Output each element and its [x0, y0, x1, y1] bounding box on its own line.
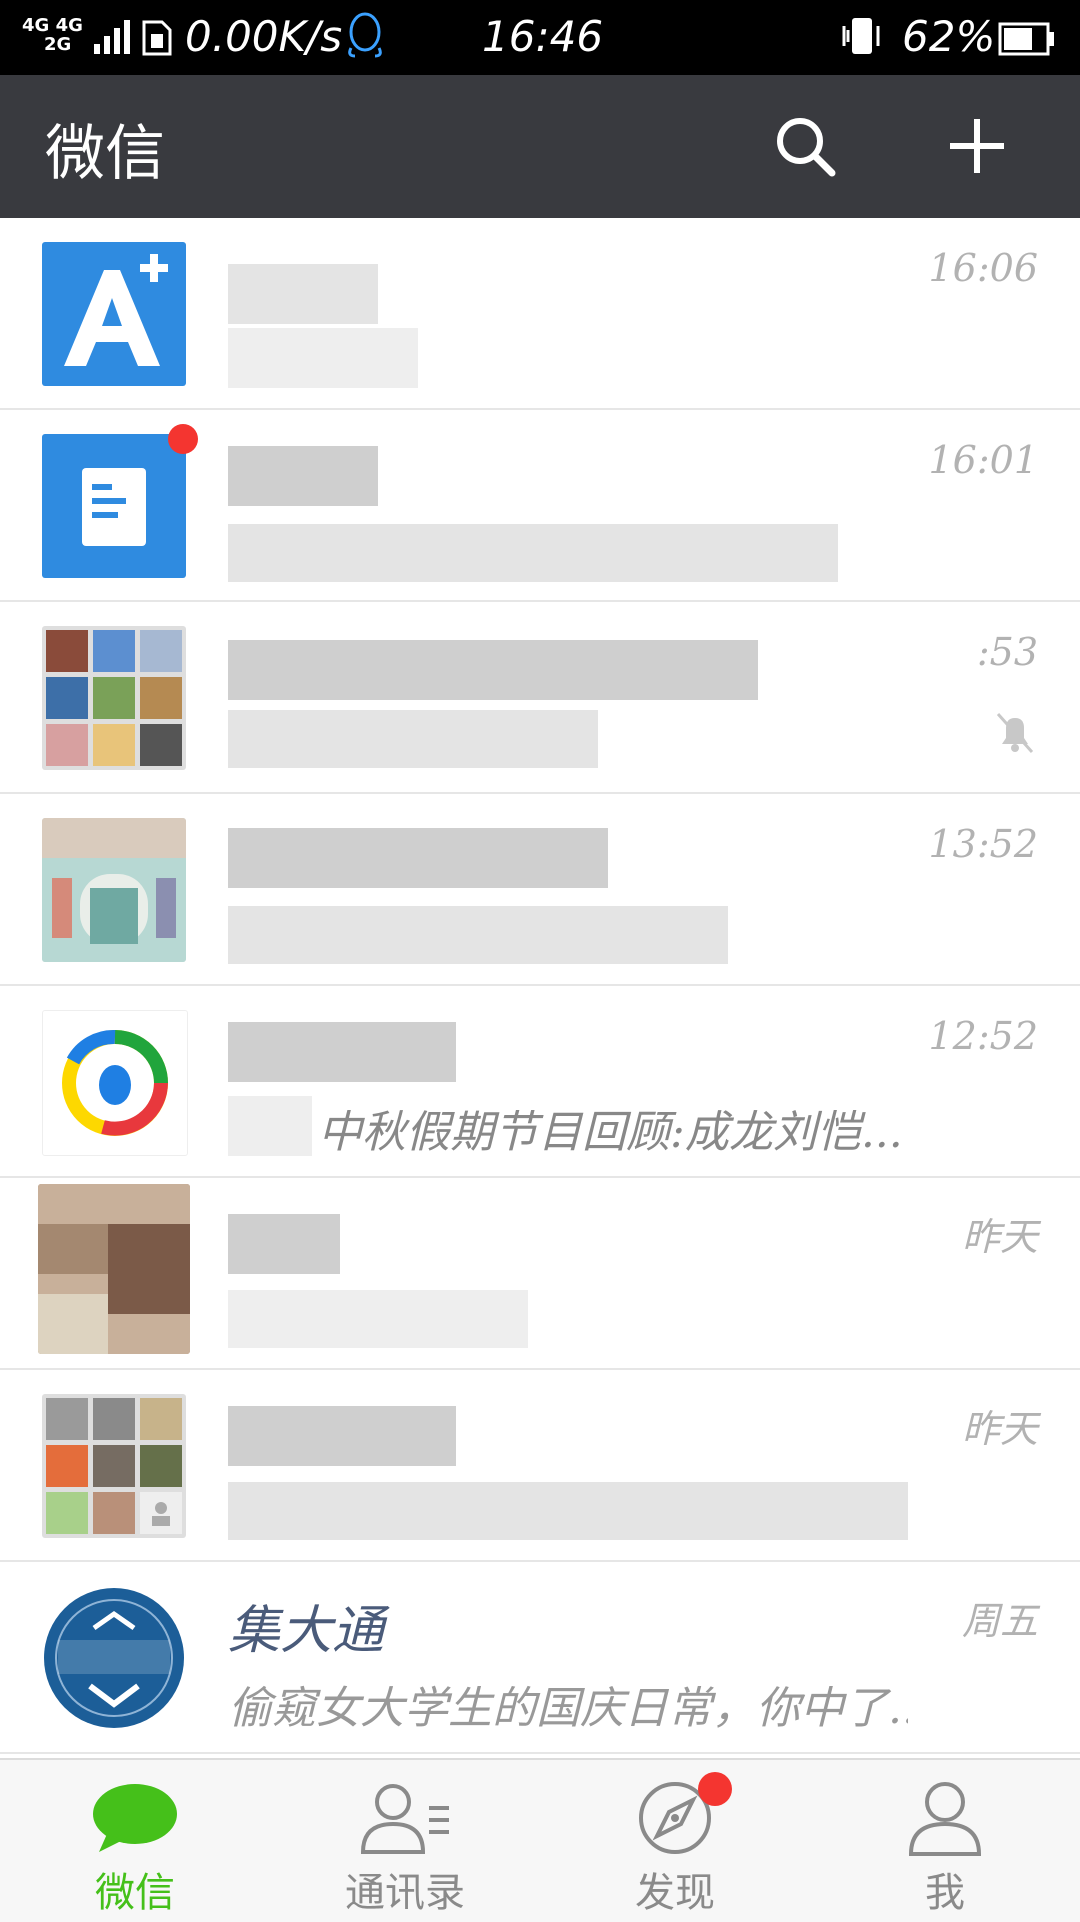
- clock: 16:46: [482, 12, 604, 61]
- document-icon: [82, 468, 146, 546]
- blurred-photo: [38, 1184, 190, 1354]
- group-avatar: [42, 626, 186, 770]
- app-a-plus-avatar: [42, 242, 186, 386]
- jimutong-logo: [44, 1588, 184, 1728]
- chat-time: 16:01: [928, 438, 1038, 482]
- network-type-top: 4G 4G: [22, 15, 83, 36]
- divider: [0, 1752, 1080, 1754]
- group-avatar: [42, 1394, 186, 1538]
- tab-discover[interactable]: 发现: [540, 1760, 810, 1922]
- person-photo-avatar: [38, 1184, 190, 1354]
- blurred-name: [228, 1214, 340, 1274]
- chat-message: [228, 520, 908, 588]
- tab-label: 微信: [95, 1870, 175, 1916]
- group-photos-grid: [46, 1398, 182, 1534]
- chat-time: 昨天: [961, 1407, 1038, 1451]
- chat-message: [228, 904, 908, 972]
- person-icon: [908, 1782, 982, 1856]
- tab-label: 通讯录: [345, 1870, 465, 1916]
- storefront-photo: [42, 818, 186, 962]
- chat-item[interactable]: 昨天: [0, 1370, 1080, 1562]
- chat-time: 昨天: [961, 1215, 1038, 1259]
- add-icon[interactable]: [942, 111, 1012, 181]
- tencent-news-logo: [62, 1029, 168, 1136]
- discover-badge-dot: [698, 1772, 732, 1806]
- blurred-name: [228, 264, 378, 324]
- chat-item[interactable]: 中秋假期节目回顾:成龙刘恺... 12:52: [0, 986, 1080, 1178]
- chat-list: 16:06 16:01:53 13:52 中秋假期节目回顾:成龙刘恺... 1…: [0, 218, 1080, 1754]
- chat-name: 集大通: [228, 1601, 385, 1661]
- chat-item[interactable]: 昨天: [0, 1178, 1080, 1370]
- blurred-name: [228, 1406, 456, 1466]
- chat-item[interactable]: 集大通 偷窥女大学生的国庆日常，你中了... 周五: [0, 1562, 1080, 1754]
- tab-label: 我: [925, 1870, 965, 1916]
- chat-time: 周五: [961, 1599, 1038, 1643]
- chat-time: 12:52: [928, 1014, 1038, 1058]
- tab-me[interactable]: 我: [810, 1760, 1080, 1922]
- chat-item[interactable]: 13:52: [0, 794, 1080, 986]
- qq-penguin-icon: [348, 12, 382, 58]
- chat-message: [228, 712, 908, 780]
- chat-time: 16:06: [928, 246, 1038, 290]
- chat-message: [228, 1288, 908, 1356]
- chat-bubble-icon: [93, 1784, 177, 1852]
- chat-message: 偷窥女大学生的国庆日常，你中了...: [228, 1683, 908, 1734]
- chat-item[interactable]: 16:06: [0, 218, 1080, 410]
- blurred-name: [228, 828, 608, 888]
- signal-icon: [94, 20, 130, 54]
- blurred-message-prefix: [228, 1096, 312, 1156]
- app-header: 微信: [0, 75, 1080, 218]
- tab-label: 发现: [635, 1870, 715, 1916]
- tencent-news-avatar: [42, 1010, 188, 1156]
- network-type: 4G 4G 2G: [22, 16, 83, 54]
- status-bar: 4G 4G 2G 0.00K/s 16:46 62%: [0, 0, 1080, 75]
- chat-message: [228, 328, 908, 396]
- vibrate-icon: [842, 18, 880, 54]
- contacts-icon: [360, 1784, 449, 1854]
- jimutong-avatar: [42, 1586, 186, 1730]
- chat-time: :53: [976, 630, 1038, 674]
- network-type-bottom: 2G: [44, 34, 72, 55]
- battery-icon: [998, 22, 1054, 56]
- sim-card-icon: [142, 20, 172, 56]
- chat-item[interactable]: :53: [0, 602, 1080, 794]
- chat-time: 13:52: [928, 822, 1038, 866]
- chat-message: 中秋假期节目回顾:成龙刘恺...: [318, 1107, 903, 1158]
- blurred-name: [228, 1022, 456, 1082]
- mute-bell-icon: [996, 712, 1034, 754]
- document-app-avatar: [42, 434, 186, 578]
- page-title: 微信: [45, 119, 165, 189]
- chat-message: [228, 1480, 908, 1548]
- blurred-name: [228, 640, 758, 700]
- bottom-tab-bar: 微信 通讯录 发现 我: [0, 1758, 1080, 1922]
- photo-avatar: [42, 818, 186, 962]
- search-icon[interactable]: [770, 111, 840, 181]
- network-speed: 0.00K/s: [185, 12, 343, 61]
- blurred-name: [228, 446, 378, 506]
- chat-item[interactable]: 16:01: [0, 410, 1080, 602]
- a-plus-icon: [64, 254, 168, 366]
- battery-percent: 62%: [902, 12, 996, 61]
- tab-chats[interactable]: 微信: [0, 1760, 270, 1922]
- group-photos-grid: [46, 630, 182, 766]
- unread-dot: [168, 424, 198, 454]
- tab-contacts[interactable]: 通讯录: [270, 1760, 540, 1922]
